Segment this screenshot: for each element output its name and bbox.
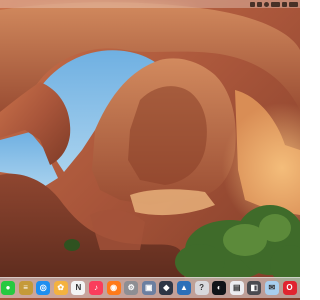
search-icon[interactable] xyxy=(264,1,269,7)
app-15-icon[interactable]: ◧ xyxy=(247,281,262,295)
menu-bar xyxy=(0,0,300,8)
opera-icon[interactable]: O xyxy=(282,281,297,295)
activity-monitor-icon[interactable]: ◐ xyxy=(212,281,227,295)
preview-icon[interactable]: ▣ xyxy=(141,281,156,295)
dock: ●≡◎✿N♪◉⚙▣◆▲?◐▤◧✉O▼🗑 xyxy=(0,277,300,298)
app-status-icon[interactable] xyxy=(250,1,255,7)
clock-icon[interactable] xyxy=(289,1,298,7)
app-11-icon[interactable]: ▲ xyxy=(176,281,191,295)
help-icon[interactable]: ? xyxy=(194,281,209,295)
app-16-icon[interactable]: ✉ xyxy=(264,281,279,295)
messages-icon[interactable]: ● xyxy=(1,281,15,295)
wifi-icon[interactable] xyxy=(282,1,287,7)
app-14-icon[interactable]: ▤ xyxy=(229,281,244,295)
battery-icon[interactable] xyxy=(271,1,280,7)
settings-icon[interactable]: ⚙ xyxy=(124,281,139,295)
desktop-wallpaper xyxy=(0,0,300,300)
news-icon[interactable]: N xyxy=(71,281,86,295)
notes-icon[interactable]: ≡ xyxy=(18,281,33,295)
safari-icon[interactable]: ◎ xyxy=(36,281,51,295)
firefox-icon[interactable]: ◉ xyxy=(106,281,121,295)
control-icon[interactable] xyxy=(257,1,262,7)
menu-bar-status-icons xyxy=(250,1,298,7)
music-icon[interactable]: ♪ xyxy=(88,281,103,295)
app-10-icon[interactable]: ◆ xyxy=(159,281,174,295)
desktop: ●≡◎✿N♪◉⚙▣◆▲?◐▤◧✉O▼🗑 xyxy=(0,0,300,300)
photos-icon[interactable]: ✿ xyxy=(53,281,68,295)
